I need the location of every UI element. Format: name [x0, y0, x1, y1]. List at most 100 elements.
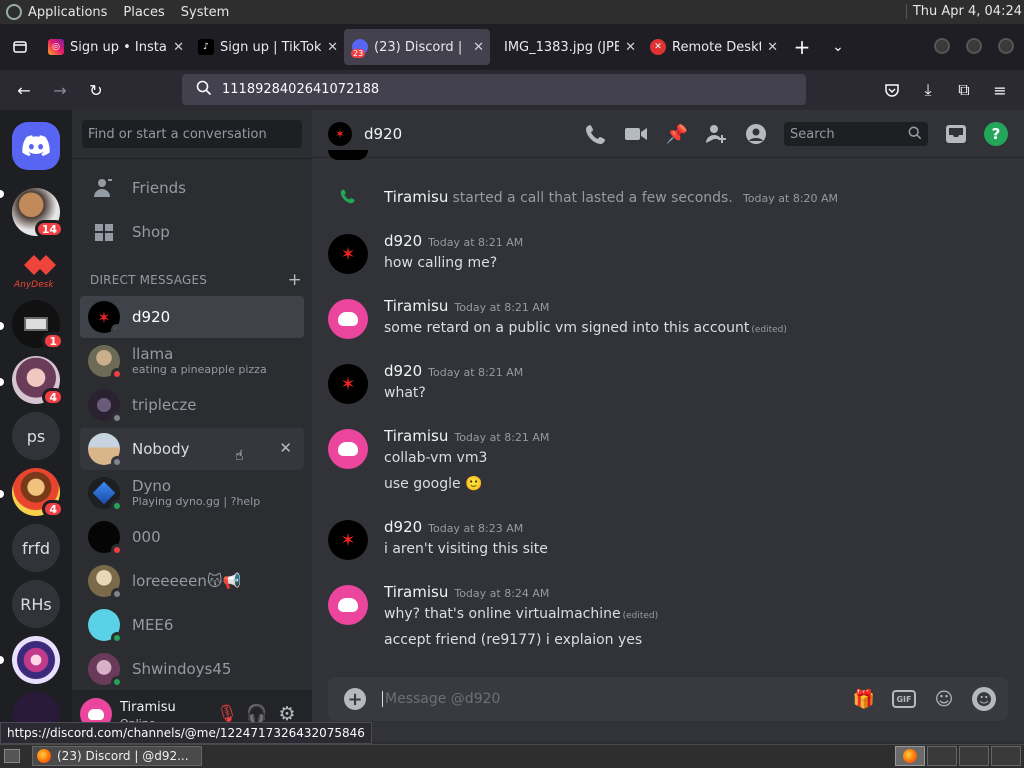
inbox-icon[interactable]: [944, 122, 968, 146]
downloads-icon[interactable]: ⤓: [910, 74, 946, 106]
tab-discord[interactable]: 23 (23) Discord | @d920 ✕: [344, 29, 490, 65]
workspace-switcher[interactable]: [895, 746, 925, 766]
author-avatar[interactable]: [328, 299, 368, 339]
add-friends-to-dm-icon[interactable]: [704, 122, 728, 146]
close-tab-icon[interactable]: ✕: [767, 40, 778, 55]
sticker-icon[interactable]: ☺: [932, 689, 956, 710]
anydesk-server[interactable]: AnyDesk: [12, 244, 60, 292]
close-dm-icon[interactable]: ✕: [279, 439, 292, 457]
author-avatar[interactable]: [328, 429, 368, 469]
applications-menu[interactable]: Applications: [28, 5, 107, 20]
server-label: ps: [26, 426, 46, 446]
close-window-icon[interactable]: [998, 38, 1014, 54]
maximize-icon[interactable]: [966, 38, 982, 54]
dm-item-triplecze[interactable]: triplecze: [80, 384, 304, 426]
tab-remote-desktop[interactable]: ✕ Remote Desktop ✕: [642, 29, 784, 65]
tab-tiktok[interactable]: ♪ Sign up | TikTok ✕: [190, 29, 344, 65]
author-avatar[interactable]: ✶: [328, 364, 368, 404]
server-avatar-4[interactable]: 4: [12, 356, 64, 406]
close-tab-icon[interactable]: ✕: [327, 40, 338, 55]
avatar: [88, 345, 123, 380]
system-menu[interactable]: System: [181, 5, 229, 20]
message-input[interactable]: Message @d920: [382, 691, 852, 707]
taskbar-window-discord[interactable]: (23) Discord | @d92...: [32, 746, 202, 766]
list-tabs-icon[interactable]: ⌄: [820, 31, 856, 63]
server-frfd[interactable]: frfd: [12, 524, 60, 572]
workspace-3[interactable]: [959, 746, 989, 766]
message-author[interactable]: d920: [384, 232, 422, 250]
message-author[interactable]: d920: [384, 518, 422, 536]
tiktok-icon: ♪: [198, 39, 214, 55]
upload-plus-icon[interactable]: +: [344, 688, 366, 710]
back-icon[interactable]: ←: [6, 74, 42, 106]
discord-home-button[interactable]: [12, 122, 60, 170]
new-tab-icon[interactable]: +: [784, 31, 820, 63]
server-avatar-3[interactable]: 1: [12, 300, 64, 350]
close-tab-icon[interactable]: ✕: [173, 40, 184, 55]
user-profile-icon[interactable]: [744, 122, 768, 146]
dm-avatar-1[interactable]: 14: [12, 188, 64, 238]
message-author[interactable]: Tiramisu: [384, 583, 448, 601]
forward-icon[interactable]: →: [42, 74, 78, 106]
video-call-icon[interactable]: [624, 122, 648, 146]
dm-item-loreeeeen[interactable]: loreeeeen😽📢: [80, 560, 304, 602]
message-author[interactable]: d920: [384, 362, 422, 380]
phone-icon: [340, 188, 356, 208]
anydesk-logo-icon: [24, 255, 56, 275]
show-desktop-icon[interactable]: [4, 749, 20, 763]
workspace-2[interactable]: [927, 746, 957, 766]
server-avatar-9[interactable]: [12, 636, 60, 684]
friends-nav[interactable]: Friends: [80, 167, 304, 209]
reload-icon[interactable]: ↻: [78, 74, 114, 106]
voice-call-icon[interactable]: [584, 122, 608, 146]
author-avatar[interactable]: ✶: [328, 234, 368, 274]
gnome-foot-icon[interactable]: [6, 4, 22, 20]
url-bar[interactable]: 1118928402641072188: [182, 74, 806, 105]
author-avatar[interactable]: ✶: [328, 520, 368, 560]
gif-icon[interactable]: GIF: [892, 690, 916, 708]
menu-icon[interactable]: ≡: [982, 74, 1018, 106]
server-rhs[interactable]: RHs: [12, 580, 60, 628]
clock[interactable]: Thu Apr 4, 04:24: [905, 4, 1022, 19]
find-conversation-input[interactable]: Find or start a conversation: [82, 120, 302, 148]
tab-title: IMG_1383.jpg (JPEG Image): [504, 39, 620, 55]
minimize-icon[interactable]: [934, 38, 950, 54]
call-author[interactable]: Tiramisu: [384, 188, 448, 206]
workspace-4[interactable]: [991, 746, 1021, 766]
status-indicator: [111, 456, 123, 468]
message-author[interactable]: Tiramisu: [384, 427, 448, 445]
dm-item-shwindoys45[interactable]: Shwindoys45: [80, 648, 304, 690]
recipient-name[interactable]: d920: [364, 125, 402, 143]
tab-instagram[interactable]: ◎ Sign up • Instagram ✕: [40, 29, 190, 65]
search-input[interactable]: Search: [784, 122, 928, 146]
dm-item-dyno[interactable]: Dyno Playing dyno.gg | ?help: [80, 472, 304, 514]
dm-item-d920[interactable]: ✶ d920: [80, 296, 304, 338]
top-panel: Applications Places System Thu Apr 4, 04…: [0, 0, 1024, 24]
tab-image[interactable]: IMG_1383.jpg (JPEG Image) ✕: [490, 29, 642, 65]
message-text: i aren't visiting this site: [384, 541, 548, 557]
pinned-messages-icon[interactable]: 📌: [665, 122, 689, 146]
dm-name: llama: [132, 345, 174, 363]
dm-item-000[interactable]: 000: [80, 516, 304, 558]
create-dm-icon[interactable]: +: [288, 270, 302, 290]
help-icon[interactable]: ?: [984, 122, 1008, 146]
chat-header: ✶ d920 📌 Search ?: [312, 110, 1024, 158]
close-tab-icon[interactable]: ✕: [473, 40, 484, 55]
dm-item-llama[interactable]: llama eating a pineapple pizza: [80, 340, 304, 382]
emoji-icon[interactable]: ☻: [972, 687, 996, 711]
friends-icon: [92, 176, 116, 200]
pocket-icon[interactable]: [874, 74, 910, 106]
url-text[interactable]: 1118928402641072188: [222, 82, 379, 97]
server-ps[interactable]: ps: [12, 412, 60, 460]
tab-overview-icon[interactable]: [0, 31, 40, 63]
close-tab-icon[interactable]: ✕: [625, 40, 636, 55]
places-menu[interactable]: Places: [123, 5, 164, 20]
server-avatar-6[interactable]: 4: [12, 468, 64, 518]
gift-icon[interactable]: 🎁: [852, 689, 876, 710]
dm-item-nobody[interactable]: Nobody ✕ ☝: [80, 428, 304, 470]
author-avatar[interactable]: [328, 585, 368, 625]
shop-nav[interactable]: Shop: [80, 211, 304, 253]
extensions-icon[interactable]: ⧉: [946, 74, 982, 106]
dm-item-mee6[interactable]: MEE6: [80, 604, 304, 646]
message-author[interactable]: Tiramisu: [384, 297, 448, 315]
